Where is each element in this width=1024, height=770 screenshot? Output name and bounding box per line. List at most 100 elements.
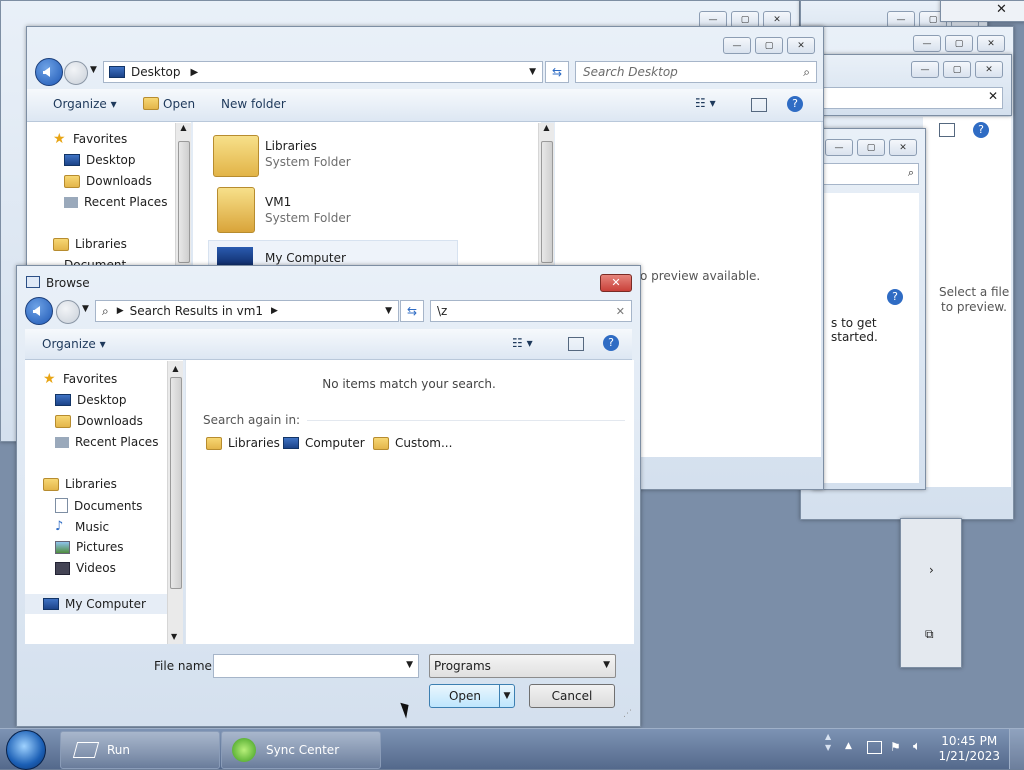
taskbar-item-sync-center[interactable]: Sync Center <box>221 731 381 769</box>
file-list-scrollbar[interactable]: ▲ <box>538 123 554 273</box>
nav-recent-places[interactable]: Recent Places <box>64 195 167 209</box>
show-desktop-button[interactable] <box>1009 729 1024 769</box>
refresh-button[interactable]: ⇆ <box>545 61 569 83</box>
file-type-dropdown-icon[interactable]: ▼ <box>603 660 610 670</box>
close-button[interactable]: ✕ <box>889 139 917 156</box>
action-center-icon[interactable]: ⚑ <box>890 740 901 754</box>
background-window-5[interactable]: — ▢ ✕ ✕ <box>810 54 1012 116</box>
background-window-7[interactable]: › ⧉ <box>900 518 962 668</box>
file-name-input[interactable]: ▼ <box>213 654 419 678</box>
file-type-value[interactable]: Programs <box>434 659 491 673</box>
close-icon[interactable]: ✕ <box>996 2 1007 17</box>
file-item-libraries[interactable]: Libraries System Folder <box>213 131 463 181</box>
scroll-down-icon[interactable]: ▼ <box>171 632 177 641</box>
external-link-icon[interactable]: ⧉ <box>925 627 934 642</box>
nav-scroll-thumb[interactable] <box>170 377 182 589</box>
minimize-button[interactable]: — <box>723 37 751 54</box>
views-icon[interactable]: ☷ ▾ <box>695 96 716 110</box>
refresh-button[interactable]: ⇆ <box>400 300 424 322</box>
scroll-up-icon[interactable]: ▲ <box>539 123 554 132</box>
file-name-dropdown-icon[interactable]: ▼ <box>406 660 413 670</box>
maximize-button[interactable]: ▢ <box>945 35 973 52</box>
network-icon[interactable] <box>867 741 882 754</box>
nav-favorites[interactable]: ★ Favorites <box>53 132 127 146</box>
breadcrumb-chevron-icon[interactable]: ▶ <box>117 306 124 316</box>
forward-button[interactable] <box>64 61 88 85</box>
search-icon[interactable]: ⌕ <box>908 166 914 180</box>
maximize-button[interactable]: ▢ <box>755 37 783 54</box>
search-icon[interactable]: ⌕ <box>803 65 810 80</box>
recent-pages-chevron-icon[interactable]: ▼ <box>90 65 97 75</box>
start-button[interactable] <box>6 730 46 770</box>
organize-button[interactable]: Organize ▾ <box>53 97 117 111</box>
maximize-button[interactable]: ▢ <box>943 61 971 78</box>
preview-pane-icon[interactable] <box>939 123 955 137</box>
open-button[interactable]: Open <box>143 97 195 111</box>
close-button[interactable]: ✕ <box>975 61 1003 78</box>
nav-scrollbar[interactable]: ▲ <box>175 123 191 283</box>
back-button[interactable] <box>25 297 53 325</box>
search-box[interactable]: Search Desktop ⌕ <box>575 61 817 83</box>
browse-dialog[interactable]: Browse ✕ ▼ ⌕ ▶ Search Results in vm1 ▶ ▼… <box>16 265 641 727</box>
search-box[interactable]: ⌕ <box>823 163 919 185</box>
close-icon[interactable]: ✕ <box>988 89 998 103</box>
organize-button[interactable]: Organize ▾ <box>42 337 106 351</box>
resize-grip-icon[interactable]: ⋰ <box>623 709 632 719</box>
nav-favorites[interactable]: ★ Favorites <box>43 372 117 386</box>
search-again-libraries[interactable]: Libraries <box>206 436 280 450</box>
open-button[interactable]: Open ▼ <box>429 684 515 708</box>
volume-icon[interactable]: 🔈︎ <box>913 739 921 754</box>
nav-recent-places[interactable]: Recent Places <box>55 435 158 449</box>
views-icon[interactable]: ☷ ▾ <box>512 336 533 350</box>
help-icon[interactable]: ? <box>887 289 903 305</box>
search-value[interactable]: \z <box>437 304 447 318</box>
chevron-right-icon[interactable]: › <box>929 563 934 577</box>
nav-downloads[interactable]: Downloads <box>64 174 152 188</box>
nav-scroll-thumb[interactable] <box>178 141 190 263</box>
breadcrumb-chevron-icon[interactable]: ▶ <box>271 306 278 316</box>
back-button[interactable] <box>35 58 63 86</box>
nav-videos[interactable]: Videos <box>55 561 116 575</box>
nav-libraries[interactable]: Libraries <box>43 477 117 491</box>
nav-music[interactable]: ♪ Music <box>55 519 109 534</box>
address-location[interactable]: Desktop <box>131 65 181 79</box>
file-type-select[interactable]: Programs ▼ <box>429 654 616 678</box>
nav-desktop[interactable]: Desktop <box>55 393 127 407</box>
clear-search-icon[interactable]: ✕ <box>616 305 625 318</box>
minimize-button[interactable]: — <box>911 61 939 78</box>
cancel-button[interactable]: Cancel <box>529 684 615 708</box>
background-window-3[interactable]: ✕ <box>940 0 1024 22</box>
nav-desktop[interactable]: Desktop <box>64 153 136 167</box>
help-icon[interactable]: ? <box>787 96 803 112</box>
taskbar-item-run[interactable]: Run <box>60 731 220 769</box>
search-again-computer[interactable]: Computer <box>283 436 365 450</box>
nav-documents[interactable]: Documents <box>55 498 142 513</box>
search-box[interactable]: ✕ <box>821 87 1003 109</box>
nav-pictures[interactable]: Pictures <box>55 540 124 554</box>
file-item-vm1[interactable]: VM1 System Folder <box>213 185 463 235</box>
preview-pane-icon[interactable] <box>751 98 767 112</box>
maximize-button[interactable]: ▢ <box>857 139 885 156</box>
open-split-dropdown-icon[interactable]: ▼ <box>499 685 514 707</box>
close-button[interactable]: ✕ <box>787 37 815 54</box>
minimize-button[interactable]: — <box>825 139 853 156</box>
file-item-my-computer[interactable]: My Computer <box>208 240 458 268</box>
scroll-up-icon[interactable]: ▲ <box>176 123 191 132</box>
nav-scrollbar[interactable]: ▲ ▼ <box>167 361 183 644</box>
clock[interactable]: 10:45 PM 1/21/2023 <box>938 734 1000 764</box>
minimize-button[interactable]: — <box>913 35 941 52</box>
search-again-custom[interactable]: Custom... <box>373 436 452 450</box>
new-folder-button[interactable]: New folder <box>221 97 286 111</box>
taskbar-scroll[interactable]: ▲ ▼ <box>825 731 831 753</box>
help-icon[interactable]: ? <box>973 122 989 138</box>
breadcrumb[interactable]: Search Results in vm1 <box>130 304 263 318</box>
address-bar[interactable]: ⌕ ▶ Search Results in vm1 ▶ ▼ <box>95 300 399 322</box>
show-hidden-icons-icon[interactable]: ▲ <box>845 741 852 751</box>
address-dropdown-icon[interactable]: ▼ <box>529 67 536 77</box>
address-dropdown-icon[interactable]: ▼ <box>385 306 392 316</box>
nav-libraries[interactable]: Libraries <box>53 237 127 251</box>
breadcrumb-chevron-icon[interactable]: ▶ <box>191 67 199 78</box>
preview-pane-icon[interactable] <box>568 337 584 351</box>
search-input[interactable]: \z ✕ <box>430 300 632 322</box>
background-window-6[interactable]: — ▢ ✕ ⌕ ? s to get started. <box>812 128 926 490</box>
